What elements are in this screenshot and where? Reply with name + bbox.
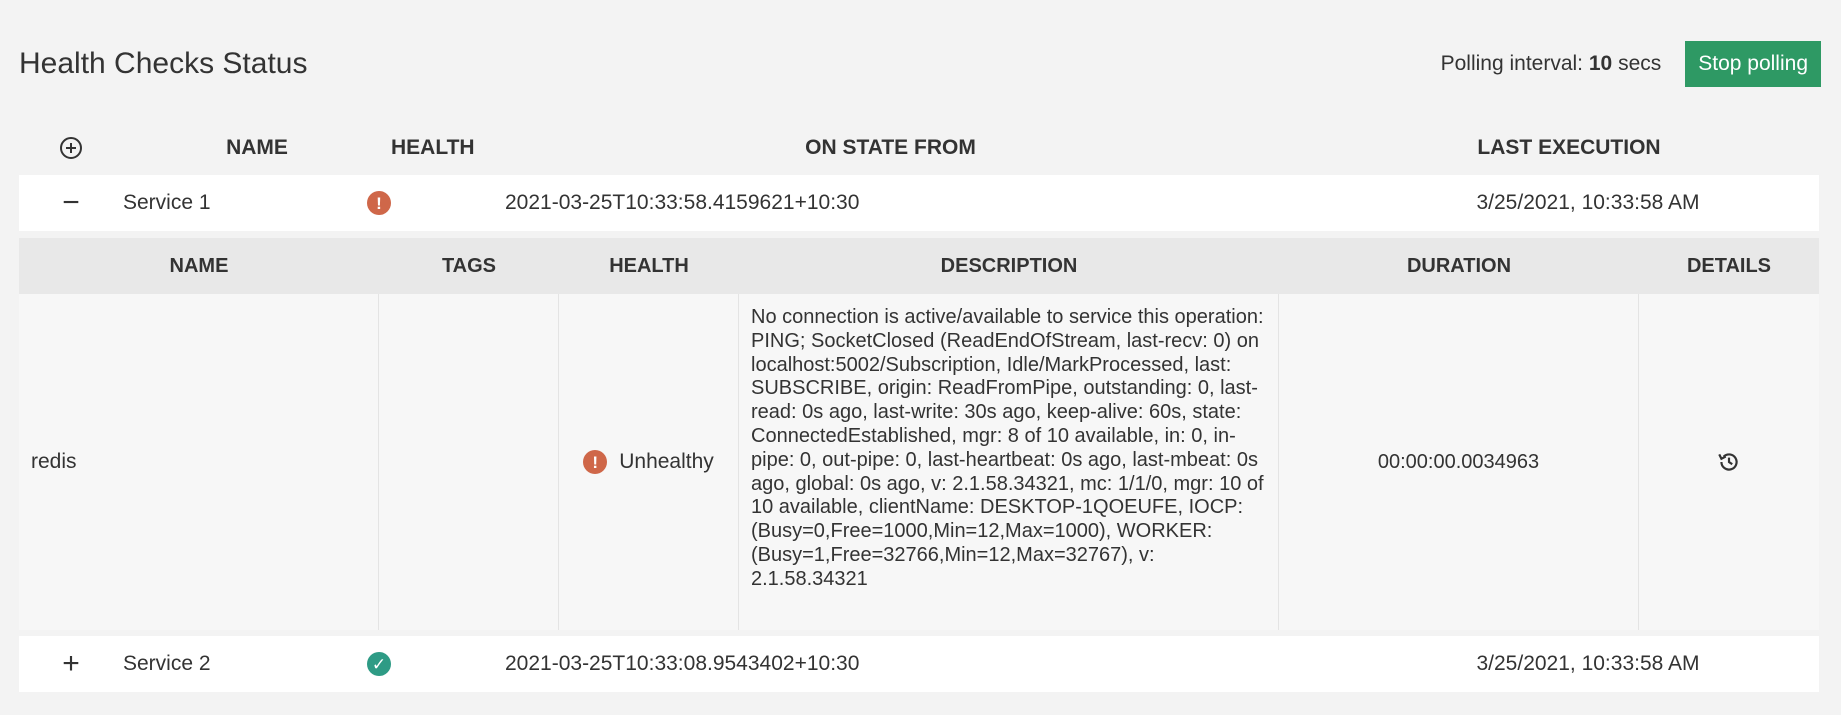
page-title: Health Checks Status <box>19 47 308 80</box>
service-last-execution: 3/25/2021, 10:33:58 AM <box>1476 191 1700 214</box>
minus-icon[interactable]: − <box>62 188 80 218</box>
service-on-state-from: 2021-03-25T10:33:58.4159621+10:30 <box>505 191 860 214</box>
entries-header: NAME TAGS HEALTH DESCRIPTION DURATION DE… <box>19 238 1819 294</box>
entry-description: No connection is active/available to ser… <box>739 294 1279 630</box>
entry-details <box>1639 294 1819 630</box>
service-entries-table: NAME TAGS HEALTH DESCRIPTION DURATION DE… <box>19 238 1819 630</box>
column-header-on-state-from: ON STATE FROM <box>805 135 976 159</box>
entries-column-tags: TAGS <box>441 254 497 277</box>
expand-all-toggle[interactable] <box>19 136 123 160</box>
entries-column-name: NAME <box>169 254 229 277</box>
header-controls: Polling interval: 10 secs Stop polling <box>1441 41 1821 87</box>
polling-interval: Polling interval: 10 secs <box>1441 52 1662 76</box>
polling-unit: secs <box>1618 52 1662 75</box>
polling-value: 10 <box>1588 52 1613 75</box>
entry-name: redis <box>19 294 379 630</box>
service-name: Service 1 <box>123 191 211 214</box>
entry-tags <box>379 294 559 630</box>
polling-label: Polling interval: <box>1440 52 1584 75</box>
entry-row: redis ! Unhealthy No connection is activ… <box>19 294 1819 630</box>
collapse-toggle[interactable]: − <box>19 188 123 218</box>
service-name: Service 2 <box>123 652 211 675</box>
column-header-health: HEALTH <box>391 135 475 159</box>
page-header: Health Checks Status Polling interval: 1… <box>19 38 1821 90</box>
service-on-state-from: 2021-03-25T10:33:08.9543402+10:30 <box>505 652 860 675</box>
entry-duration: 00:00:00.0034963 <box>1279 294 1639 630</box>
plus-icon[interactable]: + <box>62 649 80 679</box>
entries-column-health: HEALTH <box>609 254 689 277</box>
exclamation-circle-icon: ! <box>367 191 391 215</box>
history-icon[interactable] <box>1716 449 1742 475</box>
exclamation-circle-icon: ! <box>583 450 608 474</box>
health-checks-table: NAME HEALTH ON STATE FROM LAST EXECUTION… <box>19 120 1819 692</box>
entries-column-description: DESCRIPTION <box>940 254 1078 277</box>
stop-polling-button[interactable]: Stop polling <box>1685 41 1821 87</box>
table-header: NAME HEALTH ON STATE FROM LAST EXECUTION <box>19 120 1819 175</box>
entries-column-duration: DURATION <box>1406 254 1512 277</box>
column-header-last-execution: LAST EXECUTION <box>1477 135 1661 159</box>
check-circle-icon: ✓ <box>367 652 391 676</box>
entry-health: ! Unhealthy <box>559 294 739 630</box>
plus-circle-icon[interactable] <box>59 136 83 160</box>
column-header-name: NAME <box>226 135 288 159</box>
table-row[interactable]: − Service 1 ! 2021-03-25T10:33:58.415962… <box>19 175 1819 231</box>
service-health: ! <box>367 191 505 215</box>
entries-column-details: DETAILS <box>1686 254 1772 277</box>
entry-health-label: Unhealthy <box>619 450 714 473</box>
expand-toggle[interactable]: + <box>19 649 123 679</box>
service-last-execution: 3/25/2021, 10:33:58 AM <box>1476 652 1700 675</box>
service-health: ✓ <box>367 652 505 676</box>
table-row[interactable]: + Service 2 ✓ 2021-03-25T10:33:08.954340… <box>19 636 1819 692</box>
